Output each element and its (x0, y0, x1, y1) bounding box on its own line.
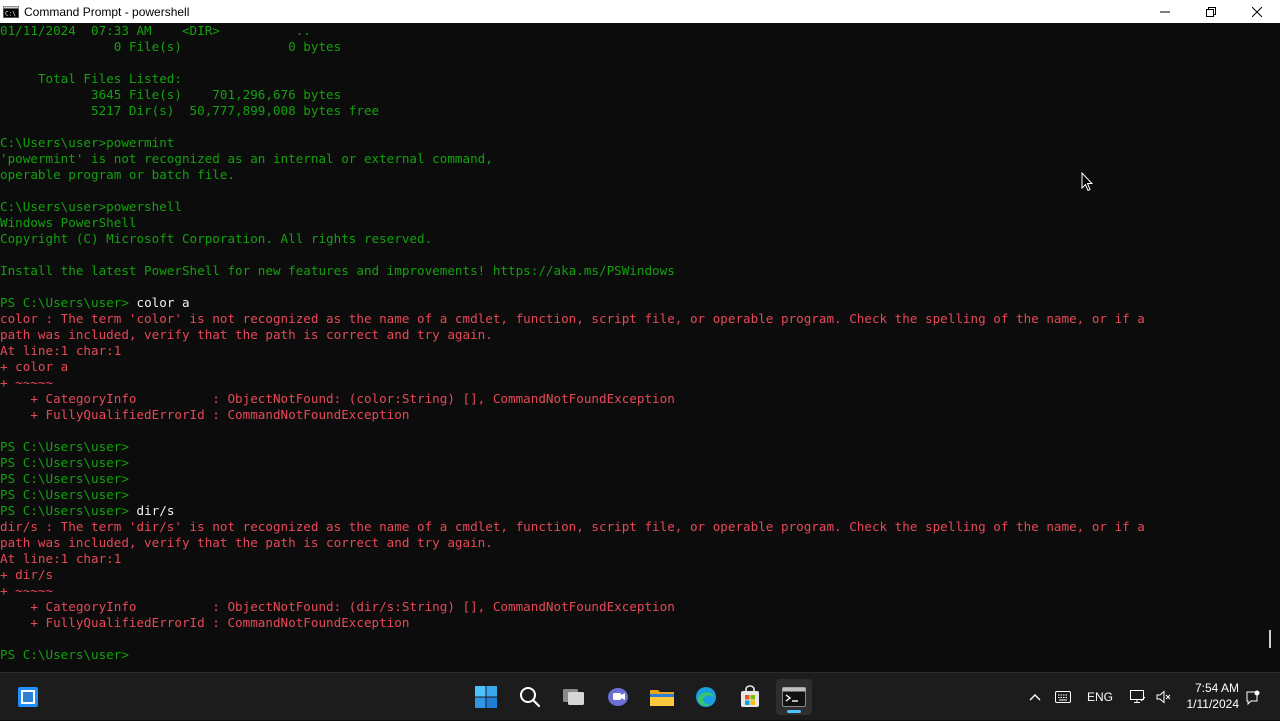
prompt-text: PS C:\Users\user> (0, 647, 129, 662)
mouse-pointer-icon (1081, 172, 1093, 192)
prompt-text: PS C:\Users\user> (0, 487, 129, 502)
language-indicator[interactable]: ENG (1082, 673, 1118, 721)
output-line: 5217 Dir(s) 50,777,899,008 bytes free (0, 103, 380, 118)
error-line: + FullyQualifiedErrorId : CommandNotFoun… (0, 615, 410, 630)
error-line: + FullyQualifiedErrorId : CommandNotFoun… (0, 407, 410, 422)
error-line: + CategoryInfo : ObjectNotFound: (color:… (0, 391, 675, 406)
keyboard-button[interactable] (1052, 673, 1074, 721)
prompt-text: PS C:\Users\user> (0, 295, 137, 310)
prompt-line: PS C:\Users\user> (0, 487, 1260, 503)
output-line: Install the latest PowerShell for new fe… (0, 263, 675, 278)
taskbar-terminal-button[interactable] (776, 679, 812, 715)
prompt-line: PS C:\Users\user> color a (0, 295, 1260, 311)
file-explorer-icon (650, 690, 674, 706)
prompt-line: PS C:\Users\user> (0, 439, 1260, 455)
error-line: color : The term 'color' is not recogniz… (0, 311, 1145, 326)
output-line: Windows PowerShell (0, 215, 137, 230)
scrollbar-thumb[interactable] (1269, 630, 1271, 648)
taskbar-edge-button[interactable] (688, 679, 724, 715)
network-button[interactable] (1128, 673, 1148, 721)
prompt-line: PS C:\Users\user> (0, 647, 1260, 663)
typed-command: dir/s (136, 503, 175, 518)
clock-time: 7:54 AM (1194, 681, 1239, 695)
task-view-icon (563, 689, 584, 705)
error-line: + ~~~~~ (0, 583, 54, 598)
error-line: At line:1 char:1 (0, 551, 122, 566)
teams-chat-icon (608, 688, 628, 706)
network-icon (1130, 690, 1146, 703)
taskbar-task-view-button[interactable] (556, 679, 592, 715)
volume-muted-icon (1156, 690, 1171, 704)
chevron-up-icon (1029, 694, 1041, 701)
output-line: Total Files Listed: (0, 71, 182, 86)
console-output[interactable]: 01/11/2024 07:33 AM <DIR> .. 0 File(s) 0… (0, 23, 1260, 672)
search-icon (520, 687, 541, 708)
typed-command: color a (136, 295, 190, 310)
error-line: + ~~~~~ (0, 375, 54, 390)
output-line: 01/11/2024 07:33 AM <DIR> .. (0, 23, 311, 38)
error-line: dir/s : The term 'dir/s' is not recogniz… (0, 519, 1145, 534)
volume-button[interactable] (1154, 673, 1174, 721)
microsoft-store-icon (741, 685, 759, 707)
taskbar-chat-button[interactable] (600, 679, 636, 715)
prompt-line: PS C:\Users\user> (0, 455, 1260, 471)
prompt-line: PS C:\Users\user> dir/s (0, 503, 1260, 519)
error-line: path was included, verify that the path … (0, 535, 493, 550)
minimize-button[interactable] (1142, 0, 1188, 23)
notification-bell-icon (1246, 690, 1260, 705)
output-line: 0 File(s) 0 bytes (0, 39, 342, 54)
window-controls (1142, 0, 1280, 23)
error-line: + CategoryInfo : ObjectNotFound: (dir/s:… (0, 599, 675, 614)
clock-date: 1/11/2024 (1186, 697, 1240, 711)
notifications-button[interactable] (1242, 673, 1264, 721)
cmd-app-icon: C:\ (3, 5, 19, 18)
prompt-text: PS C:\Users\user> (0, 455, 129, 470)
taskbar-search-button[interactable] (512, 679, 548, 715)
output-line: 3645 File(s) 701,296,676 bytes (0, 87, 342, 102)
minimize-icon (1160, 11, 1170, 12)
output-line: operable program or batch file. (0, 167, 236, 182)
restore-button[interactable] (1188, 0, 1234, 23)
windows-start-icon (18, 687, 38, 707)
title-bar[interactable]: C:\ Command Prompt - powershell (0, 0, 1280, 23)
active-app-indicator (787, 710, 801, 713)
window-title: Command Prompt - powershell (24, 4, 190, 19)
show-hidden-icons-button[interactable] (1024, 673, 1046, 721)
terminal-icon (782, 687, 806, 707)
close-button[interactable] (1234, 0, 1280, 23)
scrollbar[interactable] (1260, 23, 1280, 672)
taskbar-windows-button[interactable] (468, 679, 504, 715)
keyboard-icon (1055, 691, 1071, 703)
output-line: C:\Users\user>powershell (0, 199, 182, 214)
prompt-text: PS C:\Users\user> (0, 503, 137, 518)
edge-browser-icon (696, 687, 716, 707)
taskbar-store-button[interactable] (732, 679, 768, 715)
output-line: C:\Users\user>powermint (0, 135, 175, 150)
prompt-text: PS C:\Users\user> (0, 471, 129, 486)
prompt-line: PS C:\Users\user> (0, 471, 1260, 487)
system-clock[interactable]: 7:54 AM 1/11/2024 (1183, 680, 1240, 712)
taskbar-file-explorer-button[interactable] (644, 679, 680, 715)
error-line: + dir/s (0, 567, 54, 582)
prompt-text: PS C:\Users\user> (0, 439, 129, 454)
error-line: + color a (0, 359, 69, 374)
svg-text:C:\: C:\ (5, 10, 16, 17)
restore-icon (1206, 6, 1216, 17)
error-line: At line:1 char:1 (0, 343, 122, 358)
command-prompt-window: C:\ Command Prompt - powershell 01/11/20… (0, 0, 1280, 672)
start-button[interactable] (10, 679, 46, 715)
error-line: path was included, verify that the path … (0, 327, 493, 342)
taskbar: ENG 7:54 AM 1/11/2024 (0, 672, 1280, 720)
windows-logo-icon (475, 686, 497, 708)
output-line: 'powermint' is not recognized as an inte… (0, 151, 493, 166)
close-icon (1252, 6, 1262, 17)
output-line: Copyright (C) Microsoft Corporation. All… (0, 231, 433, 246)
